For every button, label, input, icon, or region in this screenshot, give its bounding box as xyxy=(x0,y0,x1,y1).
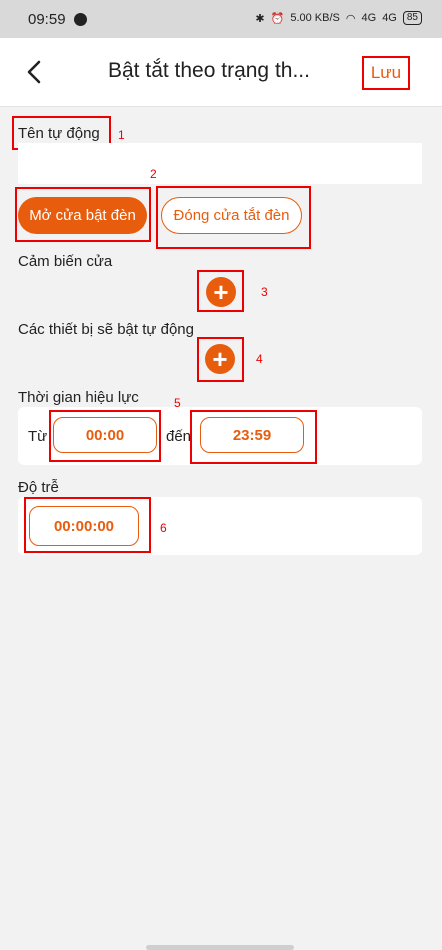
app-bar: Bật tắt theo trạng th... Lưu xyxy=(0,38,442,107)
annotation-box-2a xyxy=(15,187,151,242)
annotation-number-1: 1 xyxy=(118,128,125,142)
alarm-icon: ⏰ xyxy=(270,12,285,25)
annotation-box-5a xyxy=(49,410,161,462)
signal-2: 4G xyxy=(382,12,397,24)
net-speed: 5.00 KB/S xyxy=(290,12,340,24)
annotation-box-4 xyxy=(197,337,244,382)
save-button[interactable]: Lưu xyxy=(362,56,410,90)
wifi-icon: ◠ xyxy=(345,12,356,25)
from-label: Từ xyxy=(28,428,48,445)
battery-indicator: 85 xyxy=(402,11,422,25)
to-label: đến xyxy=(166,428,192,445)
messenger-icon xyxy=(73,12,87,26)
door-sensor-label: Cảm biến cửa xyxy=(18,253,113,270)
signal-1: 4G xyxy=(361,12,377,24)
home-indicator xyxy=(146,945,294,950)
status-time: 09:59 xyxy=(28,10,66,28)
status-icons: ✱ ⏰ 5.00 KB/S ◠ 4G 4G 85 xyxy=(255,11,422,25)
annotation-box-2b xyxy=(156,186,311,249)
name-label: Tên tự động xyxy=(18,125,100,142)
bluetooth-icon: ✱ xyxy=(255,12,265,25)
annotation-number-4: 4 xyxy=(256,352,263,366)
annotation-box-6 xyxy=(24,497,151,553)
delay-label: Độ trễ xyxy=(18,479,59,496)
annotation-number-3: 3 xyxy=(261,285,268,299)
auto-devices-label: Các thiết bị sẽ bật tự động xyxy=(18,321,194,338)
back-arrow-icon[interactable] xyxy=(20,58,48,86)
annotation-box-5b xyxy=(190,410,317,464)
page-title: Bật tắt theo trạng th... xyxy=(108,59,310,82)
automation-name-input[interactable] xyxy=(18,143,422,184)
validity-label: Thời gian hiệu lực xyxy=(18,389,139,406)
status-bar: 09:59 ✱ ⏰ 5.00 KB/S ◠ 4G 4G 85 xyxy=(0,0,442,38)
annotation-number-2: 2 xyxy=(150,167,157,181)
annotation-box-3 xyxy=(197,270,244,312)
annotation-number-6: 6 xyxy=(160,521,167,535)
